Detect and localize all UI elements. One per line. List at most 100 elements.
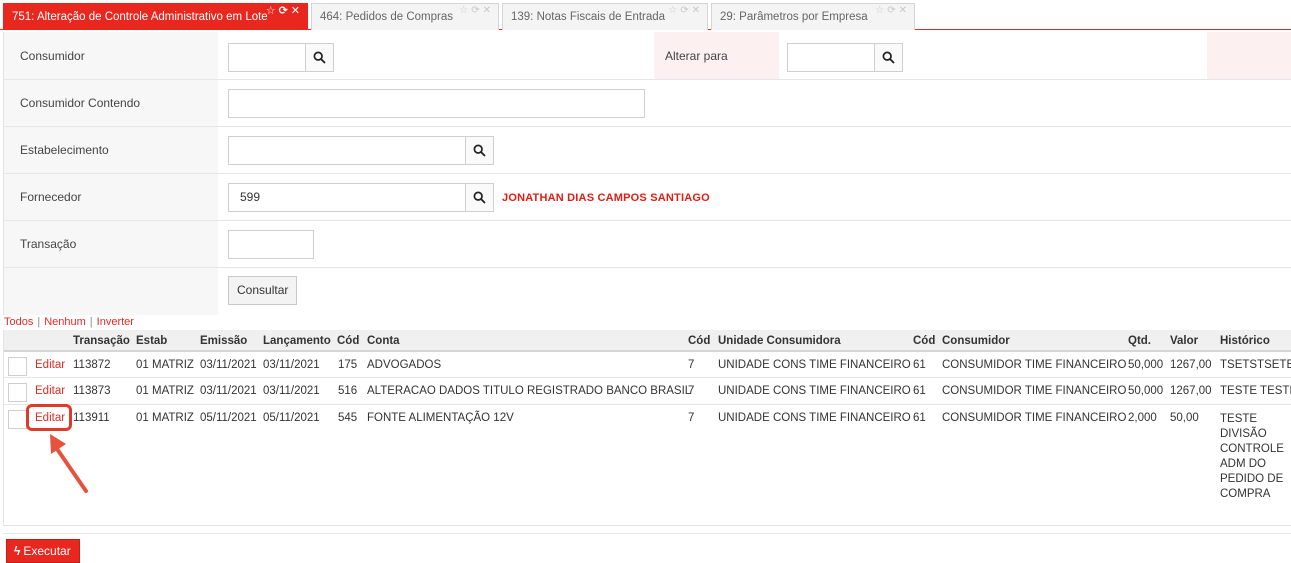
fornecedor-search-button[interactable]	[465, 183, 494, 212]
tab-label: 139: Notas Fiscais de Entrada	[511, 11, 666, 23]
cell-transacao: 113911	[73, 412, 110, 424]
row-checkbox[interactable]	[8, 383, 27, 402]
cell-cod-unidade: 7	[688, 385, 695, 397]
row-checkbox[interactable]	[8, 357, 27, 376]
table-header: Transação Estab Emissão Lançamento Cód C…	[4, 330, 1291, 352]
tab-label: 751: Alteração de Controle Administrativ…	[12, 11, 268, 23]
row-estabelecimento: Estabelecimento	[4, 127, 1291, 174]
estabelecimento-input[interactable]	[228, 136, 466, 165]
col-consumidor[interactable]: Consumidor	[942, 335, 1010, 347]
cell-valor: 1267,00	[1170, 385, 1212, 397]
edit-link[interactable]: Editar	[35, 385, 65, 397]
consultar-button[interactable]: Consultar	[228, 276, 298, 305]
cell-emissao: 03/11/2021	[200, 385, 257, 397]
star-icon[interactable]: ☆	[459, 4, 469, 18]
col-lancamento[interactable]: Lançamento	[263, 335, 331, 347]
transacao-label: Transação	[20, 237, 77, 251]
tab-notas-fiscais[interactable]: 139: Notas Fiscais de Entrada ☆ ⟳ ✕	[502, 3, 708, 30]
cell-valor: 1267,00	[1170, 359, 1212, 371]
estabelecimento-search-button[interactable]	[465, 136, 494, 165]
consumidor-contendo-input[interactable]	[228, 89, 645, 118]
alterar-para-input[interactable]	[787, 43, 875, 72]
cell-conta: ALTERACAO DADOS TITULO REGISTRADO BANCO …	[367, 385, 692, 397]
close-icon[interactable]: ✕	[291, 4, 301, 18]
cell-historico: TESTE TESTE	[1220, 385, 1291, 397]
fornecedor-name: JONATHAN DIAS CAMPOS SANTIAGO	[502, 192, 710, 204]
col-qtd[interactable]: Qtd.	[1128, 335, 1151, 347]
close-icon[interactable]: ✕	[899, 4, 908, 18]
alterar-para-label: Alterar para	[665, 49, 728, 63]
col-unidade[interactable]: Unidade Consumidora	[718, 335, 841, 347]
selection-links: Todos | Nenhum | Inverter	[4, 316, 134, 328]
invert-selection-link[interactable]: Inverter	[97, 316, 134, 328]
col-cod-conta[interactable]: Cód	[337, 335, 359, 347]
col-historico[interactable]: Histórico	[1220, 335, 1270, 347]
edit-link[interactable]: Editar	[35, 359, 65, 371]
cell-cod-consumidor: 61	[913, 385, 926, 397]
tab-alteracao-controle[interactable]: 751: Alteração de Controle Administrativ…	[3, 3, 308, 30]
filter-form: Consumidor Alterar para Consumidor Conte…	[3, 32, 1291, 315]
cell-cod-unidade: 7	[688, 412, 695, 424]
search-icon	[473, 144, 486, 157]
close-icon[interactable]: ✕	[692, 4, 701, 18]
star-icon[interactable]: ☆	[266, 4, 277, 18]
row-consumidor: Consumidor Alterar para	[4, 32, 1291, 80]
cell-estab: 01 MATRIZ	[136, 385, 194, 397]
cell-consumidor: CONSUMIDOR TIME FINANCEIRO	[942, 385, 1127, 397]
select-all-link[interactable]: Todos	[4, 316, 33, 328]
row-consumidor-contendo: Consumidor Contendo	[4, 80, 1291, 127]
cell-valor: 50,00	[1170, 412, 1199, 424]
table-row: Editar 113873 01 MATRIZ 03/11/2021 03/11…	[4, 379, 1291, 405]
col-cod-unidade[interactable]: Cód	[688, 335, 710, 347]
cell-emissao: 05/11/2021	[200, 412, 257, 424]
row-checkbox[interactable]	[8, 410, 27, 429]
cell-qtd: 50,000	[1128, 385, 1164, 397]
cell-unidade: UNIDADE CONS TIME FINANCEIRO	[718, 412, 911, 424]
cell-cod-conta: 545	[338, 412, 358, 424]
cell-lancamento: 03/11/2021	[263, 359, 320, 371]
col-estab[interactable]: Estab	[136, 335, 167, 347]
star-icon[interactable]: ☆	[875, 4, 885, 18]
refresh-icon[interactable]: ⟳	[887, 4, 896, 18]
col-transacao[interactable]: Transação	[73, 335, 130, 347]
refresh-icon[interactable]: ⟳	[471, 4, 480, 18]
bolt-icon: ϟ	[14, 544, 21, 558]
cell-estab: 01 MATRIZ	[136, 359, 194, 371]
consumidor-input[interactable]	[228, 43, 306, 72]
col-cod-consumidor[interactable]: Cód	[913, 335, 935, 347]
cell-historico: TESTE DIVISÃO CONTROLE ADM DO PEDIDO DE …	[1220, 413, 1284, 500]
cell-consumidor: CONSUMIDOR TIME FINANCEIRO	[942, 412, 1127, 424]
col-valor[interactable]: Valor	[1170, 335, 1198, 347]
select-none-link[interactable]: Nenhum	[44, 316, 86, 328]
fornecedor-input[interactable]: 599	[228, 183, 466, 212]
cell-emissao: 03/11/2021	[200, 359, 257, 371]
cell-cod-conta: 516	[338, 385, 358, 397]
transacao-input[interactable]	[228, 230, 314, 259]
col-conta[interactable]: Conta	[367, 335, 400, 347]
table-row: Editar 113911 01 MATRIZ 05/11/2021 05/11…	[4, 406, 1291, 526]
cell-unidade: UNIDADE CONS TIME FINANCEIRO	[718, 385, 911, 397]
search-icon	[473, 191, 486, 204]
fornecedor-label: Fornecedor	[20, 190, 82, 204]
alterar-para-search-button[interactable]	[874, 43, 903, 72]
edit-highlight-annotation	[26, 404, 72, 431]
cell-transacao: 113873	[73, 385, 111, 397]
consumidor-search-button[interactable]	[305, 43, 334, 72]
refresh-icon[interactable]: ⟳	[279, 4, 289, 18]
row-fornecedor: Fornecedor 599 JONATHAN DIAS CAMPOS SANT…	[4, 174, 1291, 221]
star-icon[interactable]: ☆	[668, 4, 678, 18]
row-transacao: Transação	[4, 221, 1291, 268]
col-emissao[interactable]: Emissão	[200, 335, 247, 347]
tab-parametros-empresa[interactable]: 29: Parâmetros por Empresa ☆ ⟳ ✕	[711, 3, 915, 30]
consumidor-label: Consumidor	[20, 48, 85, 63]
tab-pedidos-compras[interactable]: 464: Pedidos de Compras ☆ ⟳ ✕	[311, 3, 499, 30]
cell-conta: ADVOGADOS	[367, 359, 442, 371]
cell-cod-consumidor: 61	[913, 359, 926, 371]
arrow-annotation-icon	[50, 434, 88, 493]
close-icon[interactable]: ✕	[483, 4, 492, 18]
executar-button[interactable]: ϟ Executar	[6, 539, 80, 563]
cell-cod-consumidor: 61	[913, 412, 926, 424]
cell-transacao: 113872	[73, 359, 111, 371]
cell-cod-unidade: 7	[688, 359, 695, 371]
refresh-icon[interactable]: ⟳	[680, 4, 689, 18]
